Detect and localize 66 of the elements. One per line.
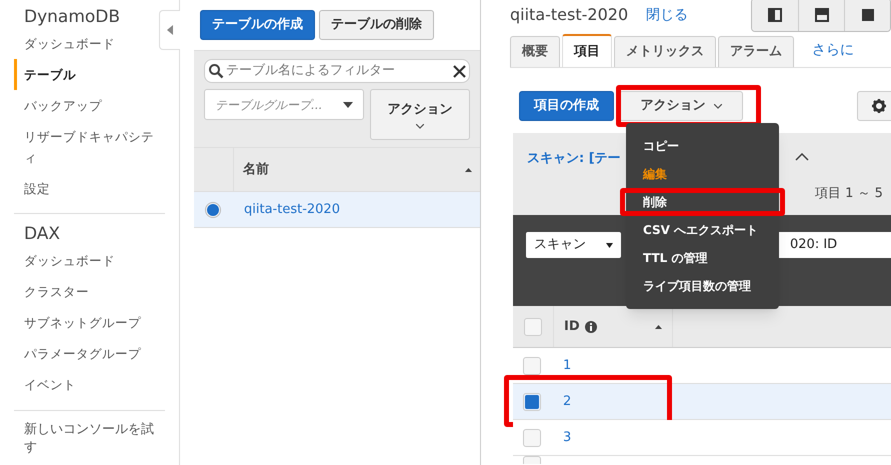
search-icon [208, 63, 224, 79]
filter-field[interactable]: テーブル名によるフィルター [204, 59, 470, 83]
menu-item[interactable]: 編集 [626, 160, 779, 188]
item-count: 項目 1 ～ 5 [815, 185, 883, 203]
sidebar-item[interactable]: 設定 [14, 173, 157, 204]
menu-item[interactable]: ライブ項目数の管理 [626, 272, 779, 300]
tab[interactable]: メトリックス [614, 36, 716, 67]
clear-icon[interactable] [453, 64, 466, 78]
row-checkbox[interactable] [523, 356, 541, 374]
dropdown-icon [606, 242, 613, 248]
sidebar-item[interactable]: バックアップ [14, 90, 157, 121]
caret-icon [416, 124, 424, 129]
create-item-button[interactable]: 項目の作成 [519, 91, 614, 121]
menu-item[interactable]: 削除 [620, 188, 785, 216]
menu-item[interactable]: CSV へエクスポート [626, 216, 779, 244]
settings-button[interactable] [857, 91, 891, 121]
sidebar-item[interactable]: テーブル [14, 59, 157, 90]
actions-button[interactable]: アクション [370, 89, 470, 140]
settings-icon [872, 99, 886, 113]
menu-item[interactable]: コピー [626, 132, 779, 160]
table-title: qiita-test-2020 [510, 4, 628, 26]
dropdown-icon [343, 102, 354, 108]
chevron-up-icon[interactable] [795, 153, 809, 161]
collapse-tab[interactable] [159, 10, 180, 50]
scan-summary-link[interactable]: スキャン: [テー [527, 149, 621, 168]
row-checkbox[interactable] [523, 392, 541, 410]
view-button[interactable] [752, 0, 798, 31]
tab[interactable]: 概要 [510, 36, 560, 67]
tab[interactable]: アラーム [718, 36, 794, 67]
item-id-link[interactable]: 2 [563, 392, 572, 412]
full-pane-icon [860, 8, 874, 22]
sidebar-item[interactable]: イベント [14, 369, 157, 400]
collapse-icon [167, 25, 173, 35]
sidebar-item[interactable]: ダッシュボード [14, 245, 157, 276]
sidebar-item[interactable]: リザーブドキャパシティ [14, 121, 157, 173]
row-checkbox[interactable] [523, 456, 541, 464]
more-tabs-link[interactable]: さらに [812, 40, 854, 61]
view-button[interactable] [844, 0, 890, 31]
item-id-link[interactable]: 1 [563, 356, 572, 376]
actions-button[interactable]: アクション [619, 91, 743, 121]
sidebar-item[interactable]: サブネットグループ [14, 307, 157, 338]
item-id-link[interactable]: 3 [563, 428, 572, 448]
delete-table-button[interactable]: テーブルの削除 [319, 10, 434, 40]
info-icon[interactable] [584, 320, 597, 332]
radio-button[interactable] [205, 202, 221, 218]
sort-icon [655, 324, 662, 328]
menu-item[interactable]: TTL の管理 [626, 244, 779, 272]
create-table-button[interactable]: テーブルの作成 [200, 10, 315, 40]
row-checkbox[interactable] [523, 428, 541, 446]
sidebar-item[interactable]: ダッシュボード [14, 28, 157, 59]
new-console-link[interactable]: 新しいコンソールを試す [14, 421, 165, 457]
sort-icon [465, 168, 472, 172]
caret-icon [714, 104, 722, 108]
section-title: DAX [23, 223, 62, 245]
tab[interactable]: 項目 [562, 34, 612, 67]
table-name-link[interactable]: qiita-test-2020 [244, 200, 340, 220]
scan-select[interactable]: スキャン [526, 232, 621, 258]
table-group-select[interactable]: テーブルグループ... [204, 89, 364, 120]
section-title: DynamoDB [23, 6, 122, 28]
sidebar-item[interactable]: クラスター [14, 276, 157, 307]
view-button[interactable] [798, 0, 844, 31]
bottom-pane-icon [814, 8, 828, 22]
close-link[interactable]: 閉じる [646, 4, 688, 26]
sidebar-item[interactable]: パラメータグループ [14, 338, 157, 369]
select-all-checkbox[interactable] [524, 318, 542, 336]
split-view-icon [768, 8, 782, 22]
